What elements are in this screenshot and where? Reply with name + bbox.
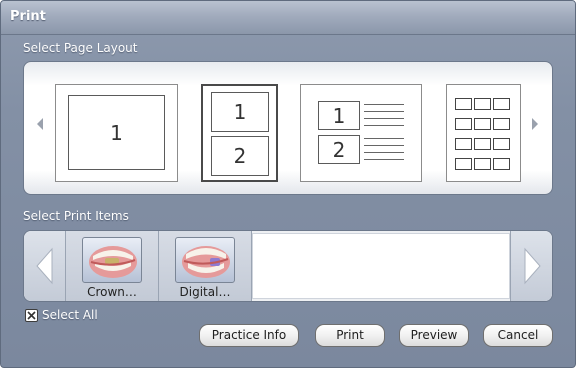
chevron-left-icon[interactable] bbox=[35, 117, 45, 131]
layout-option-1-per-page[interactable]: 1 bbox=[55, 84, 178, 182]
page-2-box: 2 bbox=[211, 136, 269, 176]
cancel-button[interactable]: Cancel bbox=[483, 324, 553, 347]
layout-option-grid[interactable] bbox=[446, 84, 521, 182]
page-1-box: 1 bbox=[211, 92, 269, 132]
select-all-checkbox[interactable]: Select All bbox=[25, 307, 98, 323]
arrow-right-icon bbox=[524, 247, 541, 285]
page-1-box: 1 bbox=[68, 95, 165, 170]
page-layout-panel: 1 1 2 1 2 bbox=[23, 61, 553, 195]
page-1-box: 1 bbox=[318, 101, 360, 130]
print-item-crown[interactable]: Crown… bbox=[66, 231, 159, 301]
dialog-title: Print bbox=[10, 9, 46, 24]
print-dialog: Print Select Page Layout 1 1 2 1 2 Selec… bbox=[0, 0, 576, 368]
teeth-digital-image bbox=[175, 237, 235, 283]
teeth-crown-image bbox=[82, 237, 142, 283]
arrow-left-icon bbox=[36, 247, 53, 285]
scroll-left-button[interactable] bbox=[24, 231, 66, 301]
print-items-panel: Crown… Digital… bbox=[23, 230, 553, 302]
item-caption: Digital… bbox=[179, 285, 231, 299]
note-lines bbox=[364, 104, 404, 132]
layout-option-2-per-page[interactable]: 1 2 bbox=[201, 84, 278, 182]
layout-option-2-with-notes[interactable]: 1 2 bbox=[300, 84, 422, 182]
checkbox-checked-icon bbox=[25, 308, 38, 322]
title-bar[interactable]: Print bbox=[1, 1, 575, 35]
preview-button[interactable]: Preview bbox=[399, 324, 469, 347]
items-section-label: Select Print Items bbox=[23, 209, 129, 223]
chevron-right-icon[interactable] bbox=[530, 117, 540, 131]
select-all-label: Select All bbox=[42, 308, 98, 322]
print-item-digital[interactable]: Digital… bbox=[159, 231, 252, 301]
page-2-box: 2 bbox=[318, 135, 360, 164]
layout-section-label: Select Page Layout bbox=[23, 41, 138, 55]
items-empty-area bbox=[252, 233, 510, 299]
note-lines bbox=[364, 138, 404, 166]
practice-info-button[interactable]: Practice Info bbox=[199, 324, 299, 347]
print-button[interactable]: Print bbox=[315, 324, 385, 347]
scroll-right-button[interactable] bbox=[510, 231, 552, 301]
item-caption: Crown… bbox=[87, 285, 137, 299]
